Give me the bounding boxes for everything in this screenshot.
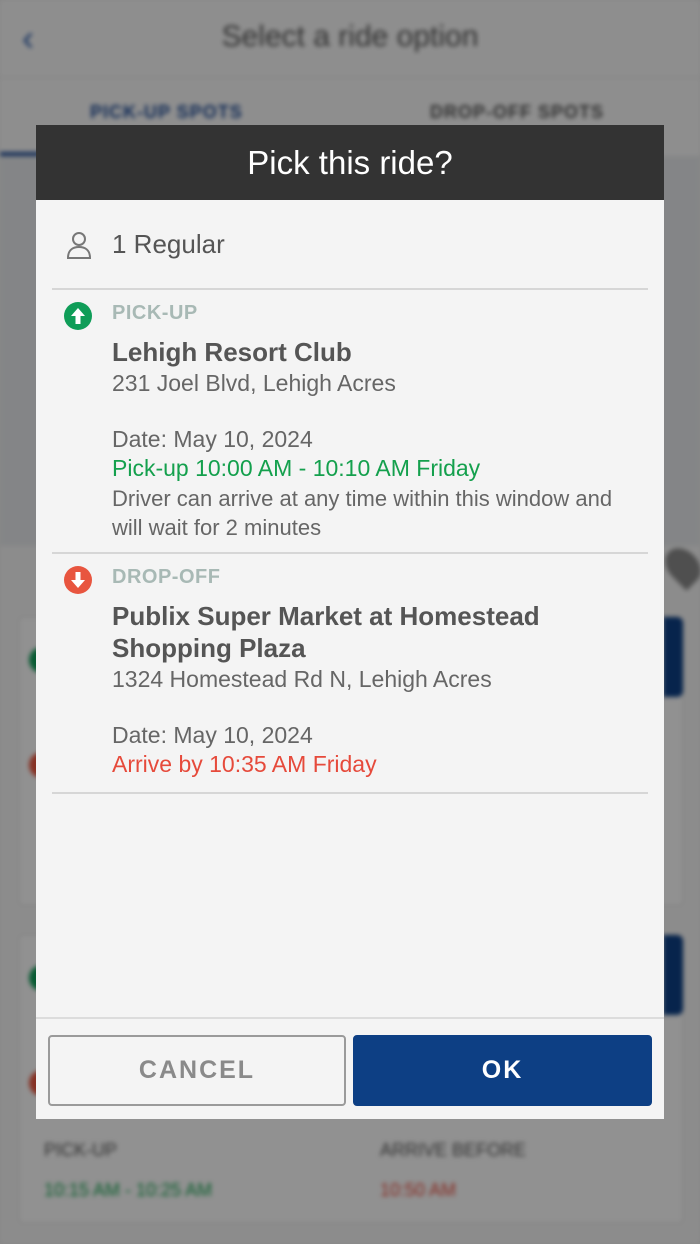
- pickup-date: Date: May 10, 2024: [112, 426, 313, 452]
- dialog-title: Pick this ride?: [36, 125, 664, 200]
- pickup-note: Driver can arrive at any time within thi…: [112, 486, 613, 540]
- dropoff-date: Date: May 10, 2024: [112, 722, 313, 748]
- arrow-down-circle-icon: [64, 566, 92, 594]
- dropoff-section: DROP-OFF Publix Super Market at Homestea…: [52, 554, 648, 794]
- dialog-actions: CANCEL OK: [36, 1017, 664, 1119]
- arrow-up-circle-icon: [64, 302, 92, 330]
- dropoff-place-name: Publix Super Market at Homestead Shoppin…: [112, 601, 540, 663]
- cancel-button[interactable]: CANCEL: [48, 1035, 346, 1106]
- ok-button[interactable]: OK: [353, 1035, 652, 1106]
- dropoff-label: DROP-OFF: [112, 566, 221, 588]
- pickup-address: 231 Joel Blvd, Lehigh Acres: [112, 370, 396, 396]
- pickup-section: PICK-UP Lehigh Resort Club 231 Joel Blvd…: [52, 290, 648, 554]
- pickup-place-name: Lehigh Resort Club: [112, 337, 352, 367]
- passenger-count: 1 Regular: [112, 229, 225, 259]
- confirm-ride-dialog: Pick this ride? 1 Regular PICK-UP Lehigh…: [36, 125, 664, 1119]
- pickup-window: Pick-up 10:00 AM - 10:10 AM Friday: [112, 455, 481, 481]
- person-icon: [66, 231, 92, 259]
- passenger-row: 1 Regular: [52, 200, 648, 290]
- pickup-label: PICK-UP: [112, 302, 198, 324]
- dropoff-arrive-time: Arrive by 10:35 AM Friday: [112, 751, 377, 777]
- dropoff-address: 1324 Homestead Rd N, Lehigh Acres: [112, 666, 492, 692]
